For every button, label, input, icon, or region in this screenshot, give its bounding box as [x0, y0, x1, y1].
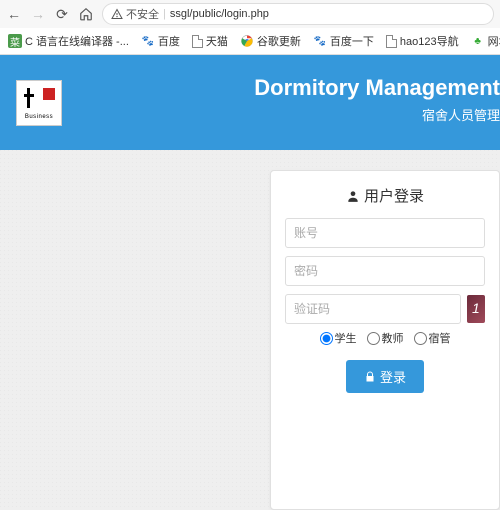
back-icon[interactable]: ←: [6, 6, 22, 22]
page-icon: [192, 35, 203, 48]
content-area: 用户登录 学生 教师 宿管 登录: [0, 150, 500, 510]
user-icon: [346, 189, 360, 203]
reload-icon[interactable]: ⟳: [54, 6, 70, 22]
bookmark-item[interactable]: 菜C 语言在线编译器 -...: [4, 31, 133, 51]
chrome-icon: [240, 34, 254, 48]
captcha-image[interactable]: [467, 295, 485, 323]
lock-icon: [364, 371, 376, 383]
bookmark-item[interactable]: 谷歌更新: [236, 31, 305, 51]
security-warning: 不安全: [111, 6, 159, 22]
forward-icon[interactable]: →: [30, 6, 46, 22]
paw-icon: 🐾: [313, 34, 327, 48]
role-radios: 学生 教师 宿管: [285, 330, 485, 346]
nav-row: ← → ⟳ 不安全 | ssgl/public/login.php: [0, 0, 500, 28]
login-button[interactable]: 登录: [346, 360, 424, 393]
bookmark-item[interactable]: ♣网址导航: [467, 31, 500, 51]
login-title: 用户登录: [285, 185, 485, 206]
url-text: ssgl/public/login.php: [170, 8, 269, 20]
paw-icon: 🐾: [141, 34, 155, 48]
role-student[interactable]: 学生: [320, 330, 357, 346]
security-label: 不安全: [126, 6, 159, 22]
home-icon[interactable]: [78, 6, 94, 22]
bookmarks-bar: 菜C 语言在线编译器 -... 🐾百度 天猫 谷歌更新 🐾百度一下 hao123…: [0, 28, 500, 54]
logo: Business: [16, 80, 62, 126]
bookmark-item[interactable]: 天猫: [188, 31, 232, 51]
password-input[interactable]: [285, 256, 485, 286]
role-dorm-manager[interactable]: 宿管: [414, 330, 451, 346]
captcha-input[interactable]: [285, 294, 461, 324]
logo-text: Business: [25, 114, 53, 120]
bookmark-item[interactable]: hao123导航: [382, 31, 463, 51]
username-input[interactable]: [285, 218, 485, 248]
browser-chrome: ← → ⟳ 不安全 | ssgl/public/login.php 菜C 语言在…: [0, 0, 500, 55]
role-teacher[interactable]: 教师: [367, 330, 404, 346]
header-titles: Dormitory Management 宿舍人员管理: [254, 75, 500, 124]
bookmark-item[interactable]: 🐾百度一下: [309, 31, 378, 51]
title-english: Dormitory Management: [254, 75, 500, 101]
bookmark-item[interactable]: 🐾百度: [137, 31, 184, 51]
login-card: 用户登录 学生 教师 宿管 登录: [270, 170, 500, 510]
page-header: Business Dormitory Management 宿舍人员管理: [0, 55, 500, 150]
address-bar[interactable]: 不安全 | ssgl/public/login.php: [102, 3, 494, 25]
page-icon: [386, 35, 397, 48]
leaf-icon: ♣: [471, 34, 485, 48]
title-chinese: 宿舍人员管理: [254, 105, 500, 124]
